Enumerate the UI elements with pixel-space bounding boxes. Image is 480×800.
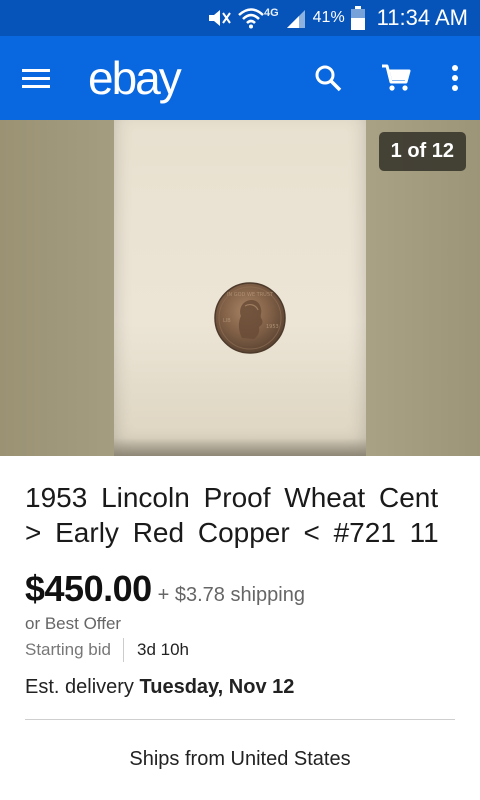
battery-percent: 41% [312, 9, 345, 26]
image-gallery[interactable]: IN GOD WE TRUST 1953 LIB 1 of 12 [0, 120, 480, 456]
mute-icon [206, 8, 232, 28]
price: $450.00 [25, 568, 152, 609]
search-icon [315, 65, 342, 92]
ships-from: Ships from United States [129, 748, 351, 770]
best-offer-label: or Best Offer [25, 614, 122, 633]
delivery-date: Tuesday, Nov 12 [139, 676, 295, 698]
time-left: 3d 10h [137, 640, 189, 659]
ebay-logo[interactable]: ebay [88, 51, 182, 105]
listing-details: 1953 Lincoln Proof Wheat Cent > Early Re… [0, 456, 480, 800]
menu-icon [22, 69, 50, 88]
divider [25, 719, 455, 720]
svg-text:LIB: LIB [223, 318, 231, 324]
starting-bid-label: Starting bid [25, 638, 124, 662]
price-row: $450.00 + $3.78 shipping [25, 568, 455, 610]
search-button[interactable] [294, 36, 362, 120]
clock: 11:34 AM [376, 5, 468, 30]
wifi-icon [238, 7, 264, 29]
more-vert-icon [452, 65, 458, 91]
coin-photo: IN GOD WE TRUST 1953 LIB [214, 282, 286, 354]
app-actions [294, 36, 480, 120]
image-counter: 1 of 12 [378, 132, 466, 171]
network-type: 4G [263, 7, 279, 19]
more-options-button[interactable] [430, 36, 480, 120]
app-bar: ebay [0, 36, 480, 120]
signal-icon [285, 7, 307, 29]
svg-text:1953: 1953 [266, 324, 279, 330]
cart-icon [382, 64, 411, 91]
listing-title: 1953 Lincoln Proof Wheat Cent > Early Re… [25, 482, 439, 548]
status-bar: 4G 41% 11:34 AM [0, 0, 480, 36]
menu-button[interactable] [0, 36, 72, 120]
svg-text:IN GOD WE TRUST: IN GOD WE TRUST [227, 292, 274, 298]
shipping-cost: + $3.78 shipping [157, 584, 305, 606]
battery-icon [350, 6, 365, 30]
bid-row: Starting bid 3d 10h [25, 638, 455, 662]
delivery-label: Est. delivery [25, 676, 134, 698]
cart-button[interactable] [362, 36, 430, 120]
estimated-delivery: Est. delivery Tuesday, Nov 12 [25, 676, 455, 699]
